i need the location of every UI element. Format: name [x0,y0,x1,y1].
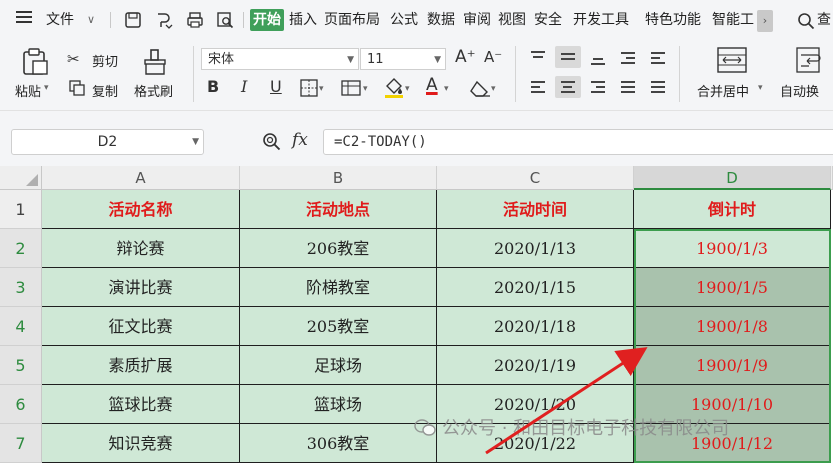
cell-style-icon[interactable] [341,79,361,97]
distributed-align-button[interactable] [645,76,671,98]
tab-special-features[interactable]: 特色功能 [645,9,701,31]
chevron-down-icon[interactable]: ▾ [319,80,324,98]
indent-decrease-button[interactable] [615,46,641,68]
tab-formulas[interactable]: 公式 [390,9,418,31]
file-chevron-down-icon[interactable]: ∨ [87,9,95,31]
align-top-button[interactable] [525,46,551,68]
eraser-icon[interactable] [469,79,491,97]
align-middle-button[interactable] [555,46,581,68]
paste-icon[interactable] [20,48,50,76]
tab-security[interactable]: 安全 [534,9,562,31]
wrap-text-button[interactable]: 自动换 [780,81,819,100]
file-menu[interactable]: 文件 [46,9,74,31]
hamburger-menu-icon[interactable] [16,9,32,31]
paste-chevron-down-icon[interactable]: ▾ [44,83,49,93]
chevron-down-icon[interactable]: ▾ [491,80,496,98]
formula-bar: D2 ▼ fx =C2-TODAY() [0,110,833,167]
copy-icon[interactable] [69,80,85,96]
chevron-down-icon[interactable]: ▾ [363,80,368,98]
merge-center-icon[interactable] [717,47,747,73]
menu-bar: 文件 ∨ 开始 插入 页面布局 公式 数据 审阅 视图 安全 开发工具 特色功能… [0,0,833,40]
print-icon[interactable] [186,11,204,29]
underline-button[interactable]: U [270,78,282,96]
align-center-button[interactable] [555,76,581,98]
format-painter-icon[interactable] [141,48,169,76]
search-icon[interactable] [797,12,815,30]
tab-review[interactable]: 审阅 [463,9,491,31]
paste-button[interactable]: 粘贴 [15,81,41,100]
merge-chevron-down-icon[interactable]: ▾ [758,83,763,93]
chevron-down-icon: ▼ [192,137,199,147]
increase-font-icon[interactable]: A⁺ [455,48,476,66]
italic-button[interactable]: I [241,78,247,96]
decrease-font-icon[interactable]: A⁻ [484,48,502,66]
tab-view[interactable]: 视图 [498,9,526,31]
merge-center-button[interactable]: 合并居中 [697,81,749,100]
menu-divider [110,12,111,28]
align-left-button[interactable] [525,76,551,98]
justify-button[interactable] [615,76,641,98]
insert-function-icon[interactable]: fx [292,130,308,150]
cut-button[interactable]: 剪切 [92,51,118,70]
align-right-button[interactable] [585,76,611,98]
font-family-value: 宋体 [208,52,235,67]
more-tabs-button[interactable]: › [757,10,773,32]
format-painter-button[interactable]: 格式刷 [134,81,173,100]
menu-divider [243,12,244,28]
font-color-icon[interactable]: A [426,76,438,94]
bold-button[interactable]: B [207,78,219,96]
cell-reference: D2 [97,134,118,150]
chevron-down-icon: ▼ [347,55,354,65]
fill-color-icon[interactable] [383,76,405,98]
tab-page-layout[interactable]: 页面布局 [324,9,380,31]
tab-data[interactable]: 数据 [427,9,455,31]
save-icon[interactable] [124,11,142,29]
chevron-down-icon[interactable]: ▾ [405,80,410,98]
formula-input[interactable]: =C2-TODAY() [323,129,833,155]
indent-increase-button[interactable] [645,46,671,68]
red-arrow-icon [485,347,648,455]
borders-icon[interactable] [300,79,318,97]
zoom-search-icon[interactable] [262,132,282,152]
scissors-icon[interactable]: ✂ [67,50,80,68]
spreadsheet-grid: A B C D 1234567 活动名称 活动地点 活动时间 倒计时 辩论赛 206教室 2… [0,166,833,463]
font-size-select[interactable]: 11 ▼ [360,48,446,70]
search-label[interactable]: 查 [817,9,831,31]
copy-button[interactable]: 复制 [92,81,118,100]
align-bottom-button[interactable] [585,46,611,68]
annotation-arrow [485,347,648,455]
tab-home[interactable]: 开始 [250,9,284,31]
export-pdf-icon[interactable] [155,11,173,29]
font-family-select[interactable]: 宋体 ▼ [201,48,359,70]
ribbon-divider [193,46,194,102]
wrap-text-icon[interactable] [795,47,823,73]
tab-developer[interactable]: 开发工具 [573,9,629,31]
print-preview-icon[interactable] [216,11,234,29]
ribbon-toolbar: 粘贴 ▾ ✂ 剪切 复制 格式刷 宋体 ▼ 11 ▼ A⁺ A⁻ B I U ▾… [0,40,833,110]
name-box[interactable]: D2 ▼ [11,129,204,155]
tab-insert[interactable]: 插入 [289,9,317,31]
chevron-down-icon[interactable]: ▾ [444,80,449,98]
ribbon-divider [679,46,680,102]
tab-smart-tools[interactable]: 智能工 [712,9,754,31]
font-size-value: 11 [367,52,384,67]
ribbon-divider [515,46,516,102]
chevron-down-icon: ▼ [434,55,441,65]
